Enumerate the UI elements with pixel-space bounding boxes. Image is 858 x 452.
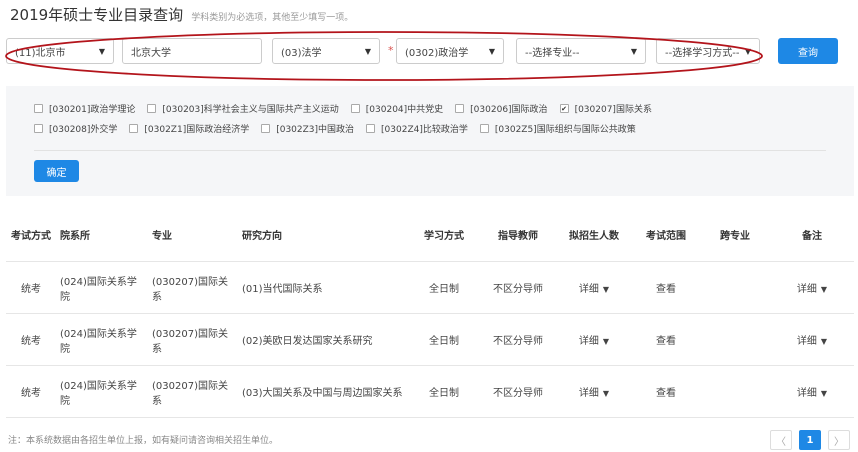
- prev-page-button[interactable]: 〈: [770, 430, 792, 450]
- checkbox-icon[interactable]: [147, 104, 157, 113]
- table-row: 统考 (024)国际关系学院 (030207)国际关系 (02)美欧日发达国家关…: [6, 314, 854, 366]
- exam-scope-link[interactable]: 查看: [632, 332, 700, 347]
- cell-major: (030207)国际关系: [152, 328, 228, 355]
- exam-scope-link[interactable]: 查看: [632, 280, 700, 295]
- cell-department: (024)国际关系学院: [60, 276, 137, 303]
- header-enrollment: 拟招生人数: [569, 231, 619, 242]
- checkbox-icon[interactable]: [261, 124, 271, 133]
- header-major: 专业: [152, 231, 172, 242]
- header-notes: 备注: [802, 231, 822, 242]
- notes-dropdown[interactable]: 详细 ▼: [770, 384, 854, 399]
- confirm-button[interactable]: 确定: [34, 160, 79, 182]
- checkbox-icon[interactable]: [479, 124, 489, 133]
- page-title: 2019年硕士专业目录查询: [10, 6, 184, 24]
- exam-scope-link[interactable]: 查看: [632, 384, 700, 399]
- page-header: 2019年硕士专业目录查询 学科类别为必选项，其他至少填写一项。: [10, 4, 353, 26]
- next-page-button[interactable]: 〉: [828, 430, 850, 450]
- caret-down-icon: ▼: [602, 389, 610, 398]
- cell-direction: (03)大国关系及中国与周边国家关系: [242, 388, 403, 399]
- cell-study-mode: 全日制: [429, 388, 459, 399]
- caret-down-icon: ▼: [820, 285, 828, 294]
- table-row: 统考 (024)国际关系学院 (030207)国际关系 (03)大国关系及中国与…: [6, 366, 854, 418]
- cell-exam-type: 统考: [21, 336, 41, 347]
- subject-checkbox[interactable]: [030206]国际政治: [455, 102, 548, 115]
- checkbox-icon[interactable]: [34, 124, 43, 133]
- results-table: 考试方式 院系所 专业 研究方向 学习方式 指导教师 拟招生人数 考试范围 跨专…: [6, 208, 854, 418]
- subject-checkbox[interactable]: [0302Z3]中国政治: [261, 122, 354, 135]
- subject-checkbox[interactable]: [030203]科学社会主义与国际共产主义运动: [147, 102, 339, 115]
- checkbox-icon[interactable]: [34, 104, 43, 113]
- cell-study-mode: 全日制: [429, 284, 459, 295]
- footer-note: 注：本系统数据由各招生单位上报，如有疑问请咨询相关招生单位。: [8, 436, 279, 446]
- checkbox-icon[interactable]: [350, 104, 360, 113]
- header-exam-scope: 考试范围: [646, 231, 686, 242]
- cell-study-mode: 全日制: [429, 336, 459, 347]
- checkbox-icon[interactable]: [129, 124, 139, 133]
- enrollment-dropdown[interactable]: 详细 ▼: [556, 384, 632, 399]
- page-1-button[interactable]: 1: [799, 430, 821, 450]
- subject-checkbox[interactable]: [0302Z4]比较政治学: [366, 122, 468, 135]
- panel-divider: [34, 150, 826, 151]
- notes-dropdown[interactable]: 详细 ▼: [770, 280, 854, 295]
- header-department: 院系所: [60, 231, 90, 242]
- subject-checkbox[interactable]: [0302Z1]国际政治经济学: [129, 122, 249, 135]
- caret-down-icon: ▼: [602, 285, 610, 294]
- checkbox-icon[interactable]: [455, 104, 465, 113]
- cell-advisor: 不区分导师: [493, 284, 543, 295]
- cell-department: (024)国际关系学院: [60, 380, 137, 407]
- caret-down-icon: ▼: [820, 389, 828, 398]
- subject-checkbox[interactable]: [030201]政治学理论: [34, 102, 135, 115]
- notes-dropdown[interactable]: 详细 ▼: [770, 332, 854, 347]
- enrollment-dropdown[interactable]: 详细 ▼: [556, 280, 632, 295]
- query-button[interactable]: 查询: [778, 38, 838, 64]
- header-advisor: 指导教师: [498, 231, 538, 242]
- subject-checkbox-checked[interactable]: ✔ [030207]国际关系: [559, 102, 652, 115]
- cell-major: (030207)国际关系: [152, 276, 228, 303]
- caret-down-icon: ▼: [820, 337, 828, 346]
- subject-checkbox[interactable]: [030208]外交学: [34, 122, 117, 135]
- subject-panel: [030201]政治学理论 [030203]科学社会主义与国际共产主义运动 [0…: [6, 86, 854, 196]
- cell-advisor: 不区分导师: [493, 388, 543, 399]
- cell-direction: (02)美欧日发达国家关系研究: [242, 336, 373, 347]
- cell-major: (030207)国际关系: [152, 380, 228, 407]
- page-subtitle: 学科类别为必选项，其他至少填写一项。: [191, 13, 354, 23]
- subject-row-1: [030201]政治学理论 [030203]科学社会主义与国际共产主义运动 [0…: [34, 102, 664, 115]
- cell-exam-type: 统考: [21, 284, 41, 295]
- header-cross-major: 跨专业: [720, 231, 750, 242]
- table-header: 考试方式 院系所 专业 研究方向 学习方式 指导教师 拟招生人数 考试范围 跨专…: [6, 208, 854, 262]
- checkbox-icon[interactable]: [366, 124, 376, 133]
- table-row: 统考 (024)国际关系学院 (030207)国际关系 (01)当代国际关系 全…: [6, 262, 854, 314]
- cell-exam-type: 统考: [21, 388, 41, 399]
- annotation-oval: [5, 31, 763, 81]
- subject-checkbox[interactable]: [0302Z5]国际组织与国际公共政策: [479, 122, 636, 135]
- header-direction: 研究方向: [242, 231, 282, 242]
- header-study-mode: 学习方式: [424, 231, 464, 242]
- header-exam-type: 考试方式: [11, 231, 51, 242]
- enrollment-dropdown[interactable]: 详细 ▼: [556, 332, 632, 347]
- cell-advisor: 不区分导师: [493, 336, 543, 347]
- cell-direction: (01)当代国际关系: [242, 284, 323, 295]
- cell-department: (024)国际关系学院: [60, 328, 137, 355]
- checkbox-checked-icon[interactable]: ✔: [559, 104, 569, 113]
- subject-checkbox[interactable]: [030204]中共党史: [350, 102, 443, 115]
- subject-row-2: [030208]外交学 [0302Z1]国际政治经济学 [0302Z3]中国政治…: [34, 122, 648, 135]
- caret-down-icon: ▼: [602, 337, 610, 346]
